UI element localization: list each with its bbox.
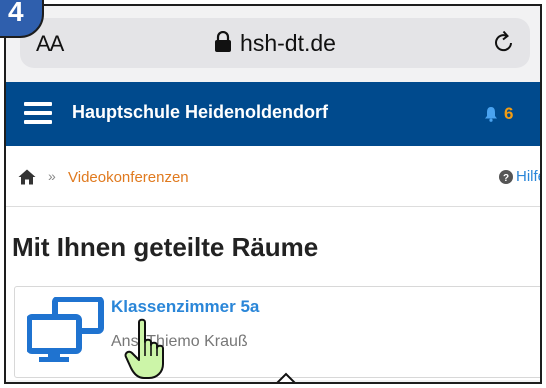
breadcrumb-videokonferenzen[interactable]: Videokonferenzen <box>68 169 189 186</box>
menu-icon[interactable] <box>24 102 52 124</box>
room-name[interactable]: Klassenzimmer 5a <box>111 297 259 317</box>
bell-icon[interactable] <box>484 106 498 122</box>
notification-count[interactable]: 6 <box>504 104 513 124</box>
divider <box>6 206 540 207</box>
page-title: Mit Ihnen geteilte Räume <box>12 232 319 262</box>
reload-icon[interactable] <box>492 30 516 56</box>
home-icon[interactable] <box>18 169 36 185</box>
svg-text:?: ? <box>503 173 509 184</box>
site-title[interactable]: Hauptschule Heidenoldendorf <box>72 102 328 123</box>
desktop-icon <box>27 297 104 362</box>
phone-screen: AA hsh-dt.de Hauptschule Heidenoldendorf… <box>4 4 542 384</box>
breadcrumb-separator: » <box>48 168 56 184</box>
domain-text: hsh-dt.de <box>240 30 336 56</box>
help-icon[interactable]: ? <box>499 170 513 184</box>
site-header: Hauptschule Heidenoldendorf 6 <box>6 82 540 146</box>
browser-toolbar: AA hsh-dt.de <box>6 6 540 82</box>
caret-up-icon[interactable] <box>272 372 300 384</box>
breadcrumb: » Videokonferenzen ? Hilfe <box>6 146 540 206</box>
tutorial-step-number: 4 <box>8 0 24 27</box>
url-display[interactable]: hsh-dt.de <box>20 30 530 57</box>
room-card[interactable]: Klassenzimmer 5a Ansi Thiemo Krauß <box>14 286 540 378</box>
address-bar[interactable]: AA hsh-dt.de <box>20 18 530 68</box>
help-link[interactable]: Hilfe <box>516 168 540 185</box>
lock-icon <box>215 31 232 52</box>
hand-cursor-icon <box>124 318 164 379</box>
